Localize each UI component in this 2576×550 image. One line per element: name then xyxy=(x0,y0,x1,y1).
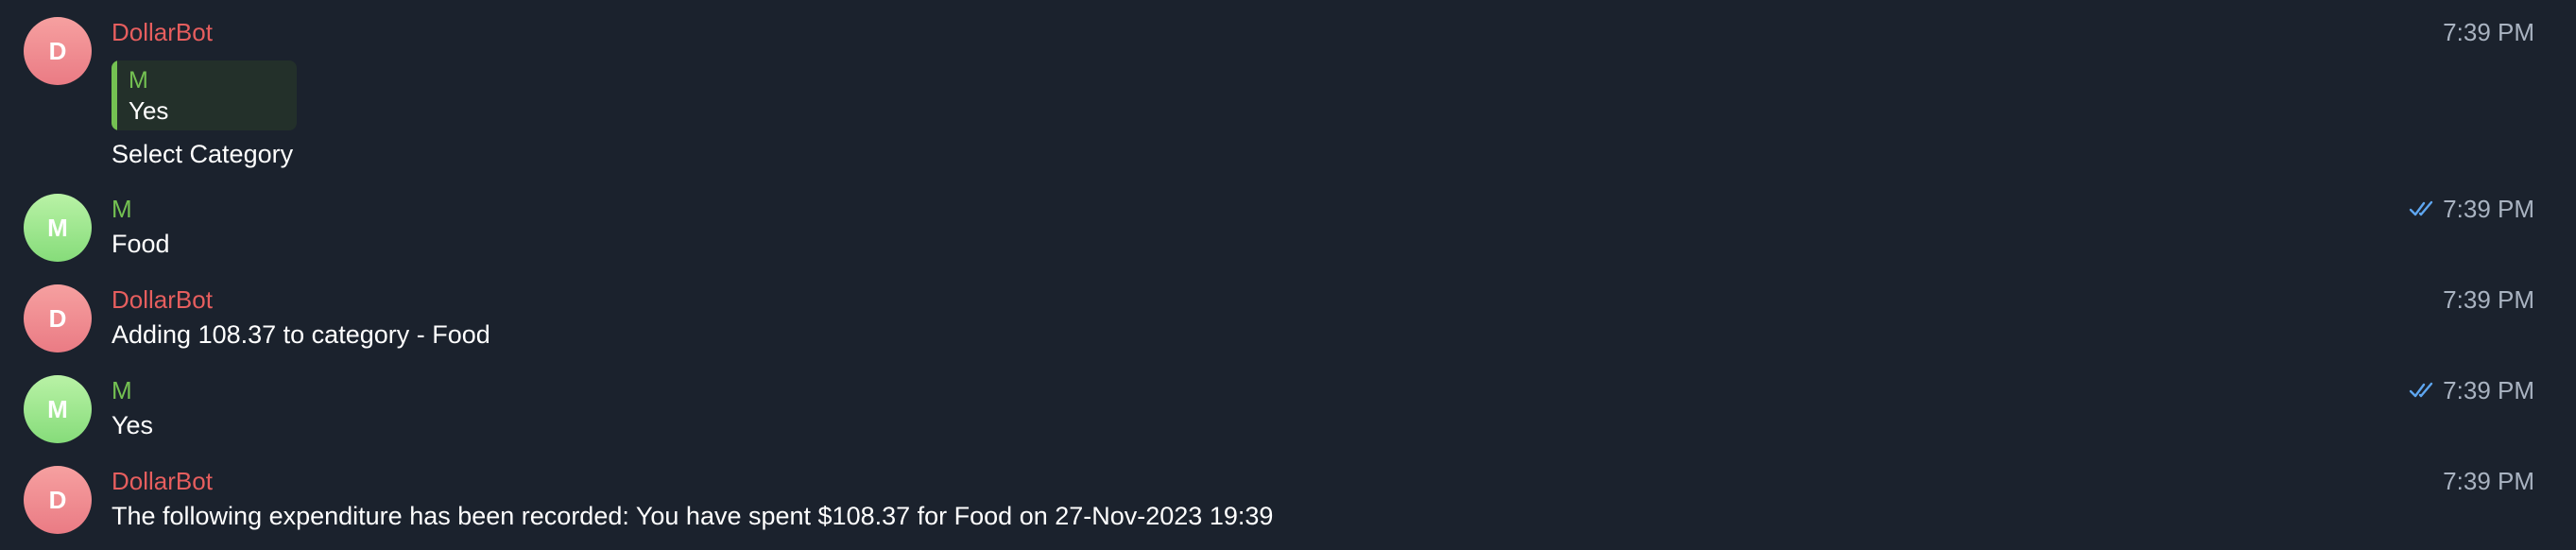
message-item: D DollarBot M Yes Select Category 7:39 P… xyxy=(0,0,2576,180)
sender-name[interactable]: DollarBot xyxy=(112,284,213,315)
sender-name[interactable]: M xyxy=(112,375,132,405)
message-item: M M Yes 7:39 PM xyxy=(0,361,2576,452)
message-time: 7:39 PM xyxy=(2443,17,2534,47)
reply-sender-name: M xyxy=(129,67,148,94)
message-text: Adding 108.37 to category - Food xyxy=(112,320,490,349)
avatar[interactable]: M xyxy=(24,194,92,262)
avatar[interactable]: D xyxy=(24,284,92,352)
message-time: 7:39 PM xyxy=(2443,466,2534,496)
time-label: 7:39 PM xyxy=(2443,467,2534,495)
message-time: 7:39 PM xyxy=(2409,375,2534,405)
message-item: D DollarBot The following expenditure ha… xyxy=(0,452,2576,550)
reply-text: Yes xyxy=(129,96,169,125)
reply-quote[interactable]: M Yes xyxy=(112,60,297,130)
time-label: 7:39 PM xyxy=(2443,376,2534,404)
message-time: 7:39 PM xyxy=(2443,284,2534,315)
message-text: Yes xyxy=(112,411,154,439)
message-item: M M Food 7:39 PM xyxy=(0,180,2576,270)
chat-history: D DollarBot M Yes Select Category 7:39 P… xyxy=(0,0,2576,550)
message-text: Food xyxy=(112,230,170,258)
sender-name[interactable]: DollarBot xyxy=(112,466,213,496)
sender-name[interactable]: DollarBot xyxy=(112,17,213,47)
time-label: 7:39 PM xyxy=(2443,18,2534,46)
avatar[interactable]: D xyxy=(24,466,92,534)
avatar[interactable]: D xyxy=(24,17,92,85)
sender-name[interactable]: M xyxy=(112,194,132,224)
double-check-icon xyxy=(2409,382,2433,398)
message-item: D DollarBot Adding 108.37 to category - … xyxy=(0,270,2576,361)
message-text: Select Category xyxy=(112,140,294,168)
avatar[interactable]: M xyxy=(24,375,92,443)
message-time: 7:39 PM xyxy=(2409,194,2534,224)
reply-accent-bar xyxy=(112,60,117,130)
message-text: The following expenditure has been recor… xyxy=(112,502,1274,530)
time-label: 7:39 PM xyxy=(2443,195,2534,223)
double-check-icon xyxy=(2409,200,2433,216)
time-label: 7:39 PM xyxy=(2443,285,2534,314)
